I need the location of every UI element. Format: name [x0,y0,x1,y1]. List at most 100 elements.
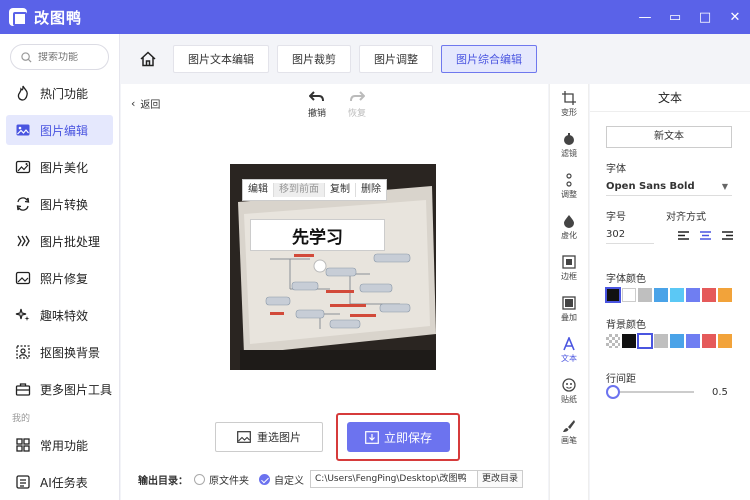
app-title: 改图鸭 [34,8,83,27]
overlay-icon [562,296,576,310]
fire-icon [14,84,32,102]
window-controls: — ▭ □ ✕ [630,0,750,34]
sidebar-item-label: 图片编辑 [40,123,89,138]
align-left-icon [677,230,689,240]
change-directory-button[interactable]: 更改目录 [478,470,524,488]
color-swatch[interactable] [654,288,668,302]
align-left-button[interactable] [672,228,694,242]
tool-adjust[interactable]: 调整 [550,166,588,207]
home-button[interactable] [133,44,163,74]
color-swatch[interactable] [637,333,653,349]
home-icon [140,51,156,67]
color-swatch[interactable] [654,334,668,348]
radio-original-folder[interactable] [194,473,205,485]
tab-image-adjust[interactable]: 图片调整 [359,45,433,73]
sidebar-section-mine: 我的 [12,414,31,424]
chevron-down-icon: ▼ [721,182,728,191]
undo-button[interactable]: 撤销 [297,90,337,119]
sidebar-item-photo-repair[interactable]: 照片修复 [6,263,113,293]
output-path-field[interactable]: C:\Users\FengPing\Desktop\改图鸭 [310,470,478,488]
color-swatch[interactable] [670,334,684,348]
reselect-image-button[interactable]: 重选图片 [215,422,323,452]
color-swatch[interactable] [686,288,700,302]
color-swatch[interactable] [606,334,620,348]
color-swatch[interactable] [702,288,716,302]
sidebar-item-label: 抠图换背景 [40,345,101,360]
sidebar-item-image-edit[interactable]: 图片编辑 [6,115,113,145]
tool-label: 画笔 [561,436,577,445]
tool-label: 边框 [561,272,577,281]
color-swatch[interactable] [702,334,716,348]
color-swatch[interactable] [718,288,732,302]
context-delete-button[interactable]: 删除 [356,183,386,197]
color-swatch[interactable] [605,287,621,303]
tool-text[interactable]: 文本 [550,330,588,371]
tab-image-text-edit[interactable]: 图片文本编辑 [173,45,269,73]
search-box[interactable] [10,44,109,70]
sidebar-item-ai-tasks[interactable]: AI任务表 [6,467,113,497]
sidebar-item-batch[interactable]: 图片批处理 [6,226,113,256]
context-edit-button[interactable]: 编辑 [243,183,274,197]
close-button[interactable]: ✕ [720,0,750,34]
save-now-button[interactable]: 立即保存 [347,422,450,452]
tool-label: 叠加 [561,313,577,322]
tool-brush[interactable]: 画笔 [550,412,588,453]
reselect-label: 重选图片 [257,431,301,444]
minimize-button[interactable]: — [630,0,660,34]
line-spacing-track[interactable] [612,391,694,393]
color-swatch[interactable] [638,288,652,302]
search-input[interactable] [38,51,108,63]
chevron-left-icon: ‹ [131,97,136,110]
align-center-icon [699,230,711,240]
output-directory-label: 输出目录： [138,475,188,487]
tool-label: 调整 [561,190,577,199]
tab-image-composite-edit[interactable]: 图片综合编辑 [441,45,537,73]
feature-tabs-bar: 图片文本编辑 图片裁剪 图片调整 图片综合编辑 [121,34,750,84]
context-copy-button[interactable]: 复制 [325,183,356,197]
tool-filter[interactable]: 滤镜 [550,125,588,166]
color-swatch[interactable] [670,288,684,302]
history-controls: 撤销 恢复 [297,90,377,119]
redo-button[interactable]: 恢复 [337,90,377,119]
color-swatch[interactable] [622,288,636,302]
image-beautify-icon [14,158,32,176]
overlay-text-box[interactable]: 先学习 [250,219,385,251]
sidebar-item-fun-effects[interactable]: 趣味特效 [6,300,113,330]
sidebar-item-cutout[interactable]: 抠图换背景 [6,337,113,367]
tool-border[interactable]: 边框 [550,248,588,289]
radio-custom-folder[interactable] [259,473,270,485]
sidebar-item-more-tools[interactable]: 更多图片工具 [6,374,113,404]
maximize-button[interactable]: □ [690,0,720,34]
color-swatch[interactable] [718,334,732,348]
context-bring-front-button[interactable]: 移到前面 [274,183,325,197]
font-color-swatches [605,287,734,303]
font-size-input[interactable]: 302 [606,226,654,244]
sidebar-item-image-convert[interactable]: 图片转换 [6,189,113,219]
tool-label: 变形 [561,108,577,117]
new-text-button[interactable]: 新文本 [606,126,732,148]
align-center-button[interactable] [694,228,716,242]
tool-sticker[interactable]: 贴纸 [550,371,588,412]
align-right-button[interactable] [716,228,738,242]
element-context-menu: 编辑 移到前面 复制 删除 [242,179,387,201]
toolbox-icon [14,380,32,398]
tab-image-crop[interactable]: 图片裁剪 [277,45,351,73]
tool-overlay[interactable]: 叠加 [550,289,588,330]
color-swatch[interactable] [686,334,700,348]
back-button[interactable]: ‹ 返回 [131,96,160,111]
color-swatch[interactable] [622,334,636,348]
tool-transform[interactable]: 变形 [550,84,588,125]
search-icon [21,51,32,63]
border-icon [562,255,576,269]
sidebar-item-label: 更多图片工具 [40,382,113,397]
ai-task-icon [14,473,32,491]
tool-label: 贴纸 [561,395,577,404]
line-spacing-thumb[interactable] [606,385,620,399]
line-spacing-value: 0.5 [712,387,728,398]
sidebar-item-image-beautify[interactable]: 图片美化 [6,152,113,182]
font-family-select[interactable]: Open Sans Bold ▼ [606,178,732,196]
tool-blur[interactable]: 虚化 [550,207,588,248]
sidebar-item-common[interactable]: 常用功能 [6,430,113,460]
restore-button[interactable]: ▭ [660,0,690,34]
sidebar-item-hot[interactable]: 热门功能 [6,78,113,108]
